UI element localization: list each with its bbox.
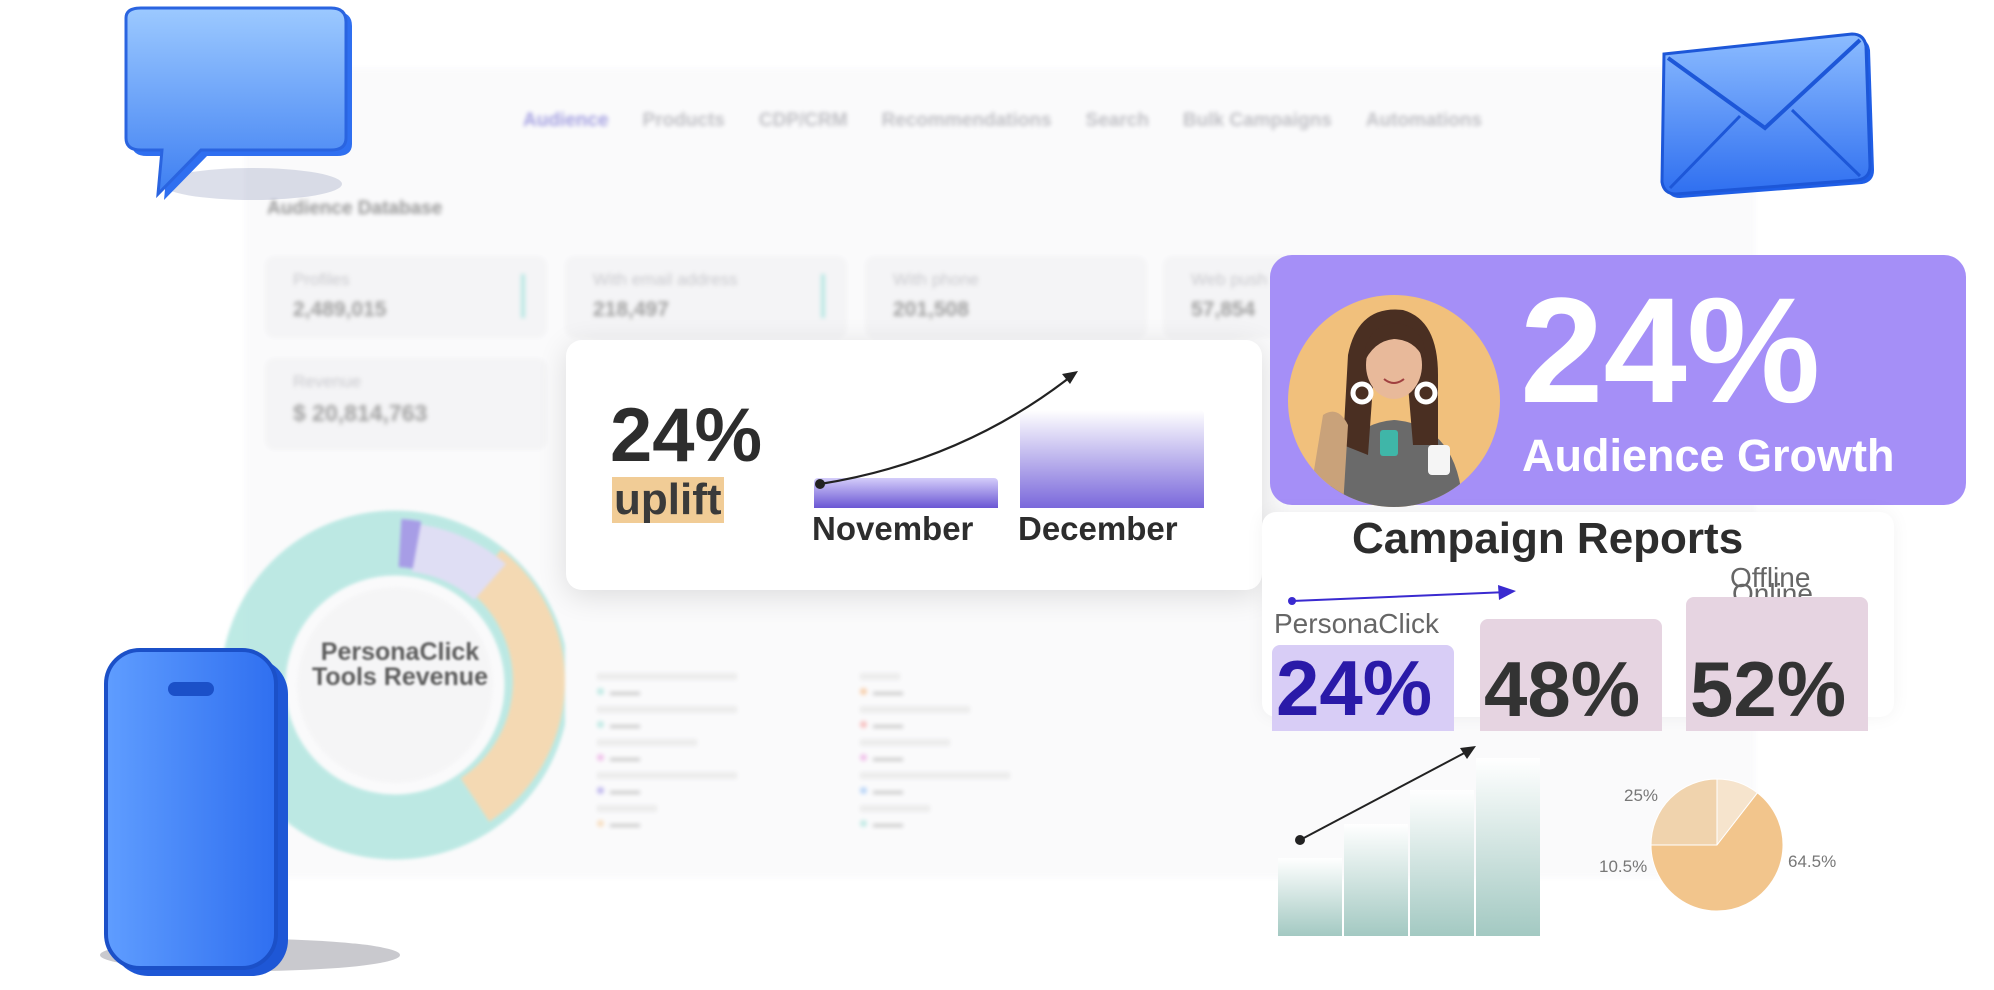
kpi-label: With phone (893, 270, 979, 289)
kpi-phone: With phone 201,508 (865, 256, 1147, 338)
person-avatar (1288, 295, 1500, 507)
smartphone-icon (100, 648, 400, 976)
share-pie-chart (1650, 778, 1784, 912)
donut-segment-purple (398, 519, 422, 569)
legend-column-right: ▬▬▬ ▬▬▬ ▬▬▬ ▬▬▬ ▬▬▬ (860, 668, 1010, 833)
growth-trend-arrow-icon (1295, 746, 1476, 845)
campaign-reports-title: Campaign Reports (1352, 514, 1744, 563)
top-navigation: Audience Products CDP/CRM Recommendation… (523, 110, 1482, 150)
pie-label-10-5: 10.5% (1599, 857, 1648, 876)
envelope-icon (1660, 32, 1874, 198)
nav-search[interactable]: Search (1086, 110, 1149, 150)
kpi-value: 2,489,015 (293, 298, 387, 321)
growth-percent: 24% (1520, 266, 1821, 434)
trend-up-icon (521, 274, 525, 318)
campaign-reports-card: Campaign Reports PersonaClick Online Off… (1262, 512, 1894, 731)
nav-recommendations[interactable]: Recommendations (882, 110, 1052, 150)
kpi-revenue: Revenue $ 20,814,763 (265, 358, 547, 450)
nav-cdp-crm[interactable]: CDP/CRM (759, 110, 848, 150)
trend-up-icon (821, 274, 825, 318)
legend-column-left: ▬▬▬ ▬▬▬ ▬▬▬ ▬▬▬ ▬▬▬ (597, 668, 737, 833)
pie-label-25: 25% (1624, 786, 1659, 805)
pie-slice-25 (1650, 778, 1718, 846)
kpi-value: 218,497 (593, 298, 669, 321)
stat-personaclick: 24% (1272, 645, 1454, 731)
label-december: December (1018, 510, 1178, 547)
uplift-label: uplift (612, 475, 724, 524)
uplift-percent: 24% (610, 393, 763, 478)
audience-growth-card: 24% Audience Growth (1270, 255, 1966, 507)
kpi-label: Profiles (293, 270, 350, 289)
nav-automations[interactable]: Automations (1366, 110, 1482, 150)
nav-products[interactable]: Products (643, 110, 725, 150)
channel-label-offline-visible: Offline (1730, 562, 1811, 593)
chat-bubble-icon (124, 6, 352, 200)
stat-online: 48% (1480, 619, 1662, 731)
kpi-label: Revenue (293, 372, 362, 391)
kpi-value: 201,508 (893, 298, 969, 321)
woman-with-phone-illustration (1308, 309, 1463, 507)
channel-label-personaclick: PersonaClick (1274, 608, 1439, 639)
uplift-card: 24% uplift November December (566, 340, 1262, 590)
pie-label-64-5: 64.5% (1788, 852, 1837, 871)
stat-offline: 52% (1686, 597, 1868, 731)
growth-bar (1278, 858, 1342, 936)
kpi-email: With email address 218,497 (565, 256, 847, 338)
nav-bulk-campaigns[interactable]: Bulk Campaigns (1183, 110, 1332, 150)
growth-label: Audience Growth (1522, 430, 1895, 481)
kpi-label: With email address (593, 270, 738, 289)
growth-bar-chart (1270, 740, 1570, 936)
label-november: November (812, 510, 974, 547)
kpi-profiles: Profiles 2,489,015 (265, 256, 547, 338)
trend-arrow-icon (815, 371, 1078, 489)
kpi-value: $ 20,814,763 (293, 400, 428, 426)
nav-audience[interactable]: Audience (523, 110, 609, 150)
